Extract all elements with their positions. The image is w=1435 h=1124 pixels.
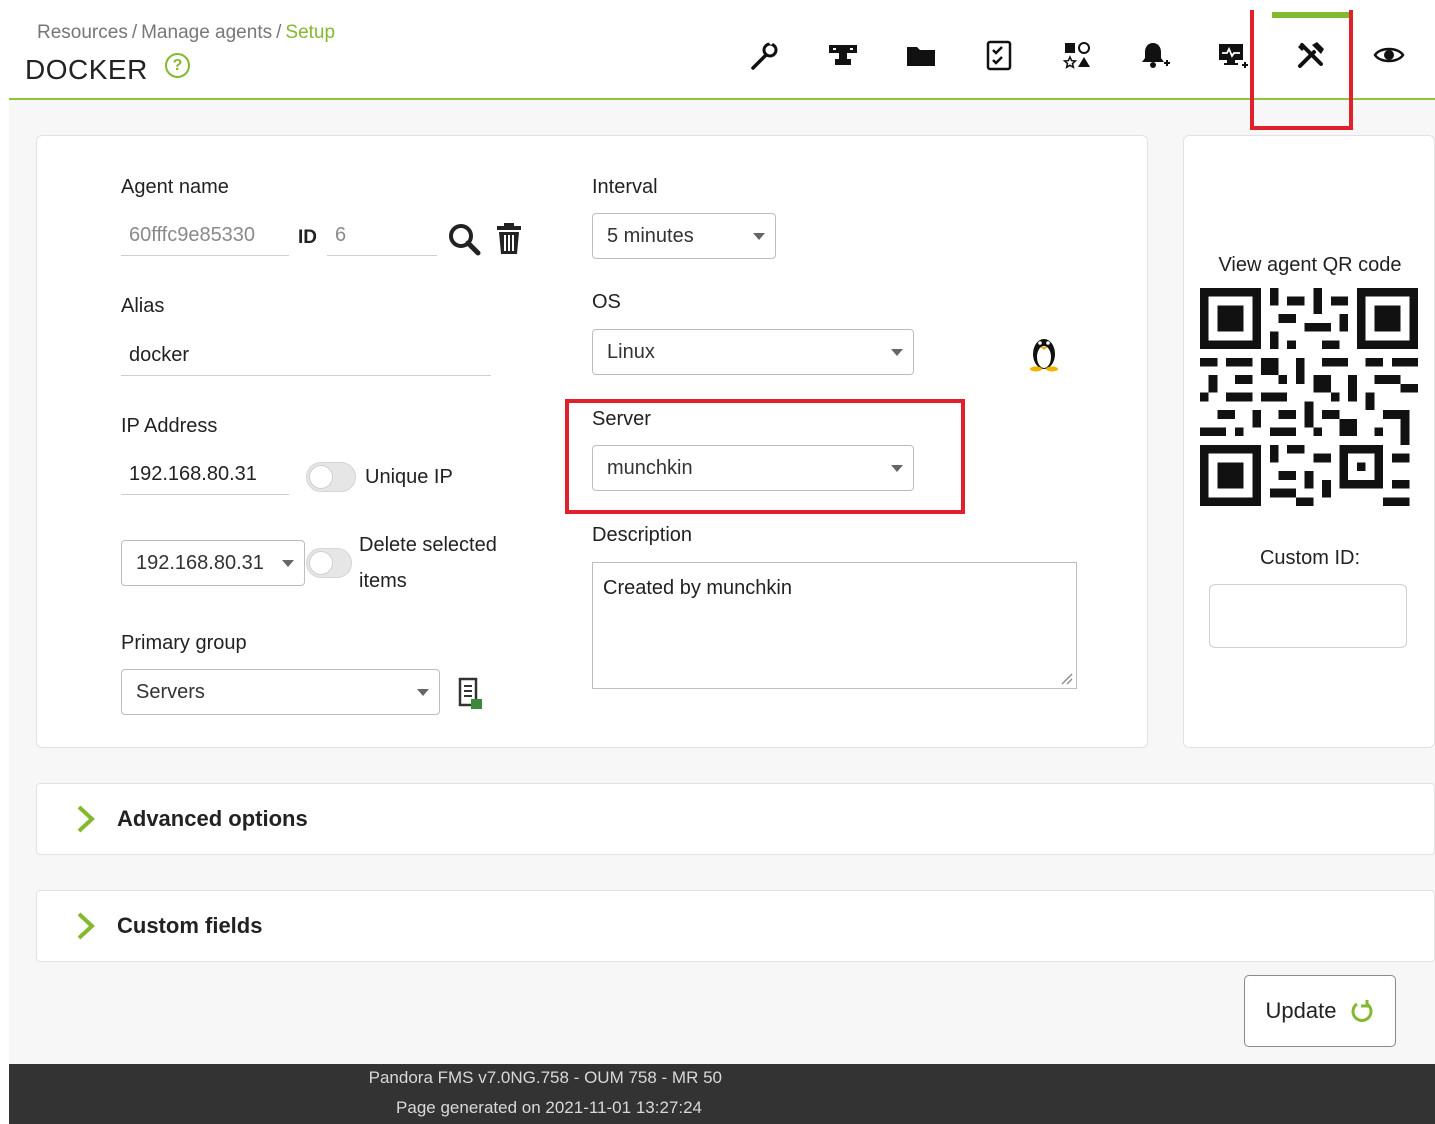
tab-highlight-box (1250, 10, 1353, 130)
footer-generated: Page generated on 2021-11-01 13:27:24 (9, 1098, 1059, 1118)
chevron-down-icon (753, 233, 765, 240)
page-title: DOCKER (25, 54, 148, 85)
id-label: ID (298, 227, 317, 248)
eye-icon (1373, 47, 1405, 63)
chevron-right-icon (77, 805, 95, 833)
advanced-options-title: Advanced options (117, 806, 308, 831)
chevron-right-icon (77, 912, 95, 940)
monitor-plus-icon (1219, 44, 1248, 68)
page-footer: Pandora FMS v7.0NG.758 - OUM 758 - MR 50… (9, 1064, 1435, 1124)
footer-generated-text: Page generated on 2021-11-01 13:27:24 (396, 1098, 702, 1117)
refresh-icon (1352, 1000, 1373, 1022)
custom-fields-title: Custom fields (117, 913, 263, 938)
breadcrumb: Resources / Manage agents / Setup (37, 22, 335, 44)
ip-address-input[interactable]: 192.168.80.31 (121, 455, 289, 495)
agent-name-input[interactable]: 60fffc9e85330 (121, 216, 289, 256)
description-value: Created by munchkin (603, 577, 792, 599)
chevron-down-icon (891, 349, 903, 356)
custom-id-input[interactable] (1209, 584, 1407, 648)
folder-icon (907, 47, 935, 66)
search-icon[interactable] (447, 222, 481, 256)
qr-panel: View agent QR code Custom ID: (1183, 135, 1435, 748)
page-header: Resources / Manage agents / Setup DOCKER ? (9, 10, 1435, 100)
custom-fields-section[interactable]: Custom fields (36, 890, 1435, 962)
alias-label: Alias (121, 295, 165, 317)
ip-address-label: IP Address (121, 415, 218, 437)
unique-ip-label: Unique IP (365, 466, 453, 488)
os-label: OS (592, 291, 621, 313)
custom-id-label: Custom ID: (1259, 547, 1361, 569)
delete-selected-label-2: items (359, 570, 407, 592)
tab-view[interactable] (1350, 10, 1428, 100)
os-value: Linux (607, 341, 655, 363)
unique-ip-toggle[interactable] (306, 462, 356, 492)
qr-title: View agent QR code (1218, 254, 1402, 276)
trash-icon[interactable] (495, 222, 523, 256)
ip-list-value: 192.168.80.31 (136, 552, 264, 574)
primary-group-value: Servers (136, 681, 205, 703)
interval-select[interactable]: 5 minutes (592, 213, 776, 259)
breadcrumb-resources[interactable]: Resources (37, 22, 128, 43)
description-textarea[interactable]: Created by munchkin (592, 562, 1077, 689)
id-input[interactable]: 6 (327, 216, 437, 256)
interval-label: Interval (592, 176, 658, 198)
help-icon[interactable]: ? (165, 53, 190, 78)
update-label: Update (1265, 998, 1337, 1023)
os-select[interactable]: Linux (592, 329, 914, 375)
primary-group-select[interactable]: Servers (121, 669, 440, 715)
alias-input[interactable]: docker (121, 336, 491, 376)
toggle-knob (309, 465, 333, 489)
delete-selected-toggle[interactable] (306, 548, 352, 578)
tab-alerts[interactable] (1116, 10, 1194, 100)
app: Resources / Manage agents / Setup DOCKER ? (9, 10, 1435, 1124)
network-icon (829, 45, 857, 65)
checklist-icon (986, 40, 1012, 71)
chevron-down-icon (282, 560, 294, 567)
breadcrumb-separator: / (131, 22, 138, 43)
resize-grip-icon[interactable] (1059, 671, 1073, 685)
linux-icon (1030, 339, 1058, 372)
breadcrumb-manage-agents[interactable]: Manage agents (141, 22, 272, 43)
interval-value: 5 minutes (607, 225, 694, 247)
primary-group-label: Primary group (121, 632, 247, 654)
delete-selected-label: Delete selected (359, 534, 497, 556)
ip-list-select[interactable]: 192.168.80.31 (121, 540, 305, 586)
breadcrumb-separator: / (276, 22, 282, 43)
group-edit-icon[interactable] (457, 677, 485, 711)
wrench-icon (751, 39, 778, 70)
footer-version-text: Pandora FMS v7.0NG.758 - OUM 758 - MR 50 (368, 1068, 722, 1087)
tab-shapes[interactable] (1038, 10, 1116, 100)
tab-manage[interactable] (726, 10, 804, 100)
agent-name-label: Agent name (121, 176, 229, 198)
tab-checklist[interactable] (960, 10, 1038, 100)
tab-folder[interactable] (882, 10, 960, 100)
server-highlight-box (565, 399, 965, 514)
description-label: Description (592, 524, 693, 546)
toggle-knob (309, 551, 333, 575)
update-button[interactable]: Update (1244, 975, 1396, 1047)
breadcrumb-setup[interactable]: Setup (285, 22, 335, 43)
advanced-options-section[interactable]: Advanced options (36, 783, 1435, 855)
shapes-icon (1062, 42, 1090, 69)
chevron-down-icon (417, 689, 429, 696)
qr-code-image[interactable] (1200, 288, 1418, 506)
bell-plus-icon (1142, 43, 1170, 68)
tab-network[interactable] (804, 10, 882, 100)
footer-version: Pandora FMS v7.0NG.758 - OUM 758 - MR 50 (9, 1068, 1079, 1088)
